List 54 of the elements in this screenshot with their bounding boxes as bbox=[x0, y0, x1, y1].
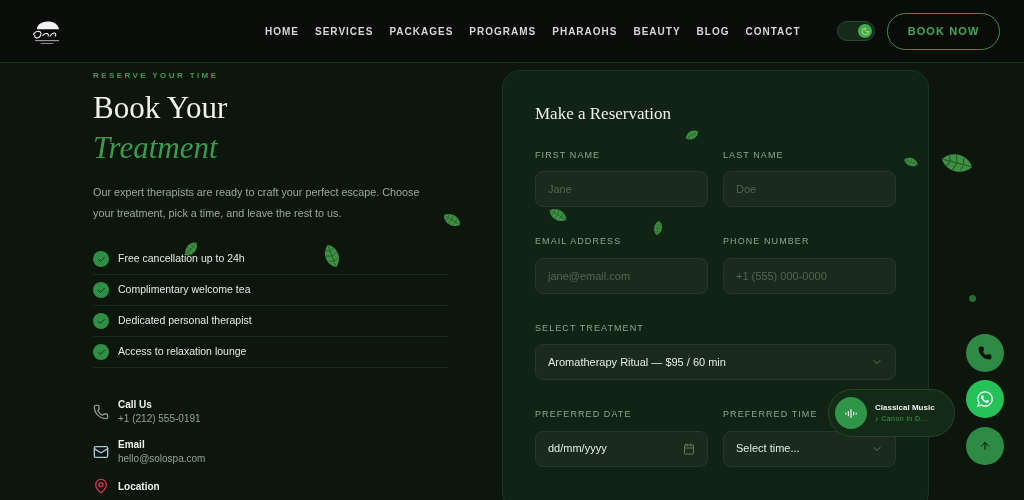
text-field[interactable]: jane@email.com bbox=[535, 257, 708, 294]
nav-link[interactable]: PHARAOHS bbox=[552, 23, 618, 39]
pin-icon bbox=[93, 478, 109, 494]
contact-value: hello@solospa.com bbox=[118, 452, 206, 466]
intro-text: Our expert therapists are ready to craft your perfect escape. Choose your treatment, pick a time, and leave the rest to us. bbox=[93, 185, 421, 221]
contact-title: Call Us bbox=[118, 398, 153, 411]
mail-icon bbox=[93, 444, 109, 460]
music-title: Classical Music bbox=[875, 401, 935, 414]
page-title-accent: Treatment bbox=[93, 129, 219, 167]
field-label: LAST NAME bbox=[723, 148, 784, 162]
moon-icon bbox=[860, 26, 870, 36]
text-field[interactable]: Doe bbox=[723, 171, 896, 207]
perk-text: Complimentary welcome tea bbox=[118, 282, 251, 298]
check-icon bbox=[93, 313, 109, 329]
contact-title: Location bbox=[118, 479, 160, 493]
contact-title: Email bbox=[118, 438, 146, 451]
date-field[interactable]: dd/mm/yyyy bbox=[535, 430, 708, 467]
calendar-icon bbox=[683, 442, 695, 455]
perk-text: Dedicated personal therapist bbox=[118, 313, 252, 329]
text-field[interactable]: +1 (555) 000-0000 bbox=[723, 257, 896, 294]
perk-text: Free cancellation up to 24h bbox=[118, 251, 245, 267]
select-field[interactable]: Select time... bbox=[723, 430, 896, 467]
nav-link[interactable]: BEAUTY bbox=[633, 23, 681, 39]
chat-button[interactable] bbox=[966, 380, 1004, 418]
nav-link[interactable]: HOME bbox=[265, 23, 299, 39]
eyebrow-text: RESERVE YOUR TIME bbox=[93, 70, 220, 82]
phone-icon bbox=[978, 346, 992, 360]
field-label: FIRST NAME bbox=[535, 148, 601, 162]
text-field[interactable]: Jane bbox=[535, 171, 708, 207]
nav-link[interactable]: CONTACT bbox=[745, 23, 801, 39]
arrow-up-icon bbox=[979, 440, 991, 452]
nav-link[interactable]: SERVICES bbox=[315, 23, 374, 39]
nav-link[interactable]: PACKAGES bbox=[389, 23, 454, 39]
form-title: Make a Reservation bbox=[535, 103, 672, 125]
scroll-top-button[interactable] bbox=[966, 427, 1004, 465]
theme-toggle[interactable] bbox=[837, 21, 875, 41]
nav-link[interactable]: BLOG bbox=[696, 23, 730, 39]
field-label: PREFERRED TIME bbox=[723, 408, 818, 421]
contact-value: +1 (212) 555-0191 bbox=[118, 412, 201, 426]
check-icon bbox=[93, 282, 109, 298]
check-icon bbox=[93, 251, 109, 267]
perk-text: Access to relaxation lounge bbox=[118, 344, 247, 360]
field-label: PREFERRED DATE bbox=[535, 408, 632, 421]
nav-link[interactable]: PROGRAMS bbox=[469, 23, 537, 39]
page-title: Book Your bbox=[93, 89, 229, 127]
field-label: SELECT TREATMENT bbox=[535, 321, 644, 335]
sound-wave-icon bbox=[835, 397, 867, 429]
field-label: EMAIL ADDRESS bbox=[535, 235, 622, 248]
phone-icon bbox=[93, 404, 109, 420]
check-icon bbox=[93, 344, 109, 360]
phone-button[interactable] bbox=[966, 334, 1004, 372]
chat-bubble-icon bbox=[976, 390, 994, 408]
field-label: PHONE NUMBER bbox=[723, 235, 810, 248]
select-field[interactable]: Aromatherapy Ritual — $95 / 60 min bbox=[535, 344, 896, 380]
